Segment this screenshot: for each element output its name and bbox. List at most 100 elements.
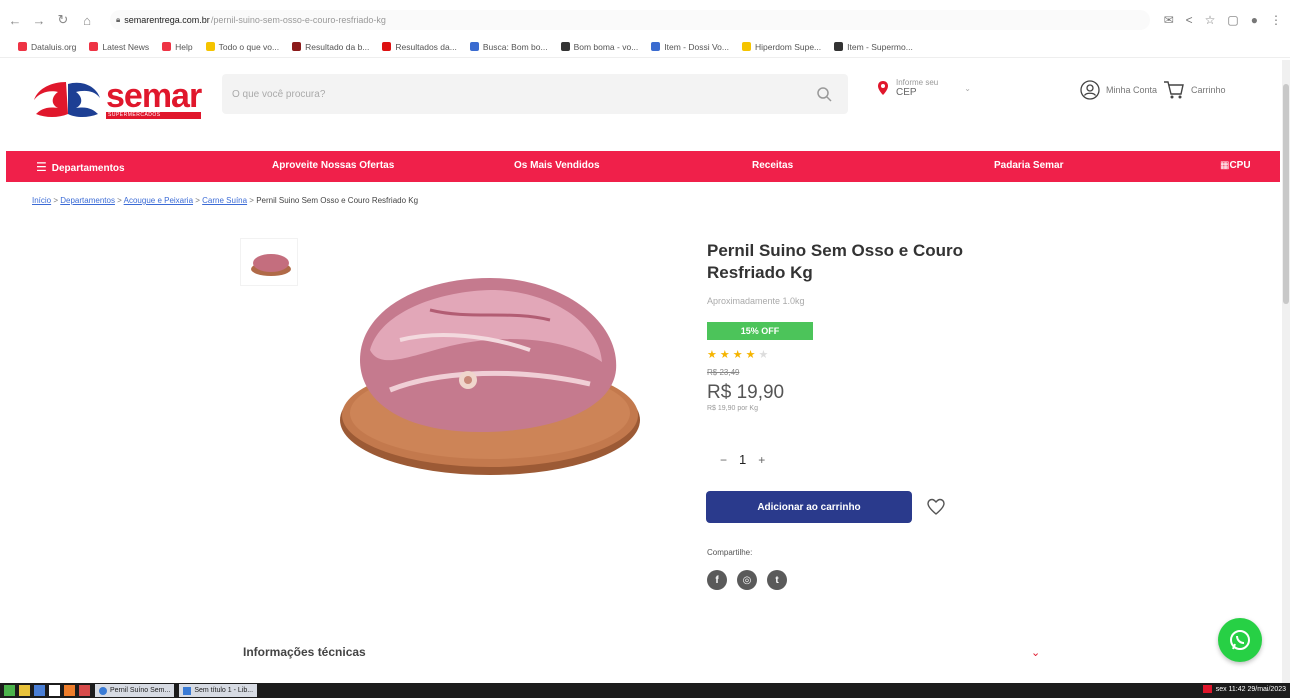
decrease-button[interactable]: −: [720, 453, 727, 467]
bookmark-item[interactable]: Hiperdom Supe...: [742, 42, 821, 52]
app-icon[interactable]: [79, 685, 90, 696]
bookmark-item[interactable]: Dataluis.org: [18, 42, 76, 52]
bookmark-label: Help: [175, 41, 193, 52]
hamburger-icon: ☰: [36, 160, 47, 174]
account-link[interactable]: Minha Conta: [1106, 85, 1157, 95]
thumbnail-image: [251, 254, 291, 276]
add-to-cart-button[interactable]: Adicionar ao carrinho: [706, 491, 912, 523]
breadcrumb-departments[interactable]: Departamentos: [60, 196, 115, 205]
scrollbar-thumb[interactable]: [1283, 84, 1289, 304]
bookmark-label: Resultados da...: [395, 41, 457, 52]
extension-icon[interactable]: ✉: [1164, 13, 1174, 27]
task-writer[interactable]: Sem título 1 - Lib...: [179, 684, 258, 697]
bookmark-item[interactable]: Bom boma - vo...: [560, 41, 639, 52]
twitter-icon[interactable]: t: [767, 570, 787, 590]
start-menu-icon[interactable]: [4, 685, 15, 696]
share-icon[interactable]: <: [1186, 13, 1193, 27]
semar-logo[interactable]: semar SUPERMERCADOS: [32, 77, 202, 120]
account-area: Minha Conta Carrinho: [1080, 80, 1226, 100]
chrome-icon: [99, 686, 107, 695]
site-header: semar SUPERMERCADOS O que você procura? …: [0, 60, 1282, 148]
bookmark-item[interactable]: Busca: Bom bo...: [469, 42, 548, 52]
location-pin-icon: [878, 81, 888, 95]
bookmark-item[interactable]: Item - Supermo...: [834, 42, 913, 52]
nav-right-tag[interactable]: ▦CPU: [1220, 160, 1251, 171]
bookmark-item[interactable]: Resultado da b...: [292, 42, 369, 52]
old-price: R$ 23,49: [707, 368, 740, 377]
heart-icon[interactable]: [926, 497, 946, 517]
breadcrumb-subcategory[interactable]: Carne Suína: [202, 196, 247, 205]
cart-link[interactable]: Carrinho: [1191, 85, 1226, 95]
bookmark-item[interactable]: Help: [162, 41, 193, 52]
quantity-stepper: − 1 +: [720, 452, 765, 467]
bookmark-favicon-icon: [162, 42, 172, 51]
browser-toolbar: ← → ↻ ⌂ 🔒︎ semarentrega.com.br /pernil-s…: [0, 6, 1290, 34]
facebook-icon[interactable]: f: [707, 570, 727, 590]
bookmark-item[interactable]: Latest News: [89, 42, 149, 52]
star-filled-icon: ★: [732, 349, 746, 361]
breadcrumb-current: Pernil Suino Sem Osso e Couro Resfriado …: [256, 196, 419, 205]
writer-icon[interactable]: [49, 685, 60, 696]
nav-departments[interactable]: ☰ Departamentos: [36, 160, 125, 174]
price-per-kg: R$ 19,90 por Kg: [707, 405, 758, 412]
bookmark-star-icon[interactable]: ☆: [1205, 13, 1216, 27]
breadcrumb: Início > Departamentos > Acougue e Peixa…: [32, 196, 419, 205]
firefox-icon[interactable]: [64, 685, 75, 696]
current-price: R$ 19,90: [707, 382, 785, 403]
browser-actions: ✉ < ☆ ▢ ● ⋮: [1164, 6, 1282, 34]
nav-departments-label: Departamentos: [51, 163, 125, 174]
forward-icon[interactable]: →: [30, 11, 48, 29]
reload-icon[interactable]: ↻: [54, 11, 72, 29]
home-icon[interactable]: ⌂: [78, 11, 96, 29]
search-icon[interactable]: [816, 86, 832, 102]
breadcrumb-category[interactable]: Acougue e Peixaria: [124, 196, 193, 205]
back-icon[interactable]: ←: [6, 11, 24, 29]
product-approx-weight: Aproximadamente 1.0kg: [707, 296, 805, 306]
address-bar[interactable]: 🔒︎ semarentrega.com.br /pernil-suino-sem…: [110, 10, 1150, 30]
user-icon[interactable]: [1080, 80, 1100, 100]
os-taskbar: Pernil Suíno Sem... Sem título 1 - Lib..…: [0, 683, 1290, 698]
system-clock[interactable]: sex 11:42 29/mai/2023: [1202, 685, 1286, 693]
quantity-value: 1: [739, 452, 747, 467]
bookmarks-bar: Dataluis.org Latest News Help Todo o que vo…: [0, 36, 1290, 58]
menu-icon[interactable]: ⋮: [1270, 13, 1282, 27]
nav-recipes[interactable]: Receitas: [752, 160, 793, 171]
chevron-down-icon[interactable]: ⌄: [1031, 646, 1040, 659]
bookmark-label: Bom boma - vo...: [573, 41, 639, 52]
product-main-image: [340, 278, 640, 475]
search-input[interactable]: O que você procura?: [222, 74, 848, 114]
nav-best-sellers[interactable]: Os Mais Vendidos: [514, 160, 600, 171]
cep-selector[interactable]: Informe seu CEP ⌄: [878, 78, 971, 98]
nav-bakery[interactable]: Padaria Semar: [994, 160, 1064, 171]
search-placeholder: O que você procura?: [232, 88, 326, 100]
bookmark-label: Latest News: [102, 41, 150, 52]
bookmark-item[interactable]: Item - Dossi Vo...: [651, 42, 729, 52]
whatsapp-button[interactable]: [1218, 618, 1262, 662]
bookmark-label: Todo o que vo...: [218, 41, 280, 52]
rating-stars: ★★★★★: [707, 348, 771, 361]
window-icon[interactable]: ▢: [1227, 13, 1238, 27]
clock-text: sex 11:42 29/mai/2023: [1215, 685, 1286, 693]
cart-icon[interactable]: [1163, 80, 1185, 100]
tech-info-heading[interactable]: Informações técnicas: [243, 645, 366, 659]
share-label: Compartilhe:: [707, 548, 753, 557]
url-path: /pernil-suino-sem-osso-e-couro-resfriado…: [210, 15, 386, 25]
bookmark-item[interactable]: Todo o que vo...: [205, 41, 280, 52]
bookmark-favicon-icon: [560, 42, 570, 51]
product-thumbnail[interactable]: [240, 238, 298, 286]
bookmark-favicon-icon: [651, 42, 661, 51]
logo-word: semar: [106, 77, 202, 115]
bookmark-item[interactable]: Resultados da...: [382, 41, 457, 52]
bookmark-favicon-icon: [382, 42, 392, 51]
task-browser[interactable]: Pernil Suíno Sem...: [95, 684, 175, 697]
breadcrumb-home[interactable]: Início: [32, 196, 51, 205]
instagram-icon[interactable]: ◎: [737, 570, 757, 590]
bookmark-favicon-icon: [469, 42, 479, 51]
terminal-icon[interactable]: [34, 685, 45, 696]
nav-offers[interactable]: Aproveite Nossas Ofertas: [272, 160, 394, 171]
profile-icon[interactable]: ●: [1251, 13, 1258, 27]
bookmark-favicon-icon: [742, 42, 751, 51]
files-icon[interactable]: [19, 685, 30, 696]
semar-logo-mark: [34, 82, 100, 117]
increase-button[interactable]: +: [758, 453, 765, 467]
